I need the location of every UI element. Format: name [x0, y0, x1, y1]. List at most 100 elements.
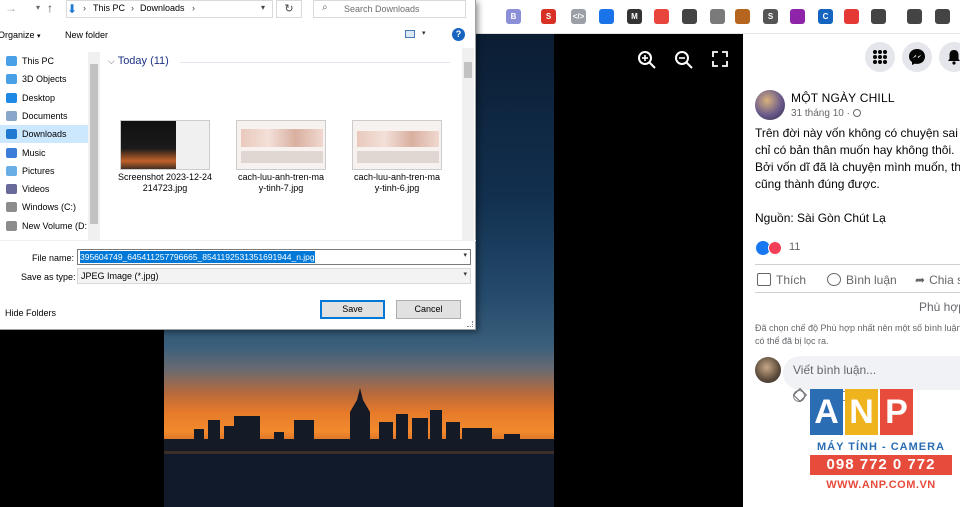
file-name[interactable]: cach-luu-anh-tren-ma y-tinh-7.jpg	[231, 172, 331, 194]
breadcrumb-downloads[interactable]: Downloads	[140, 3, 185, 13]
author-avatar[interactable]	[755, 90, 785, 120]
nav-item-3d-objects[interactable]: 3D Objects	[0, 70, 88, 88]
dropdown-chevron-icon[interactable]: ▾	[36, 3, 40, 12]
purple-icon[interactable]	[790, 9, 805, 24]
download-icon	[6, 129, 17, 140]
resize-grip-icon[interactable]	[467, 321, 473, 327]
nav-item-music[interactable]: Music	[0, 144, 88, 162]
nav-item-label: Desktop	[22, 92, 56, 103]
nav-item-downloads[interactable]: Downloads	[0, 125, 88, 144]
zoom-out-icon[interactable]	[674, 50, 696, 72]
address-bar[interactable]: ⬇ › This PC › Downloads › ▾	[66, 0, 273, 18]
comment-input[interactable]: Viết bình luận...	[783, 356, 960, 390]
person-icon[interactable]	[682, 9, 697, 24]
pictures-icon	[6, 165, 17, 176]
nav-scrollbar[interactable]	[88, 52, 100, 240]
sidepanel-icon[interactable]	[935, 9, 950, 24]
c-icon[interactable]: C	[818, 9, 833, 24]
notifications-icon[interactable]	[939, 42, 960, 72]
file-name-line: cach-luu-anh-tren-ma	[353, 172, 441, 182]
anp-letter: N	[845, 389, 878, 435]
cube-icon	[6, 74, 17, 85]
post-line: chỉ có bản thân muốn hay không thôi.	[755, 143, 955, 157]
comment-filter[interactable]: Phù hợp	[919, 300, 960, 314]
file-name[interactable]: cach-luu-anh-tren-ma y-tinh-6.jpg	[347, 172, 447, 194]
tag-icon[interactable]	[654, 9, 669, 24]
file-name-input[interactable]: 395604749_645411257796665_85411925313516…	[77, 249, 471, 265]
back-arrow-icon[interactable]: →	[5, 1, 17, 15]
files-scrollbar-thumb[interactable]	[464, 62, 472, 78]
post-line	[755, 193, 960, 210]
files-scrollbar[interactable]	[462, 48, 474, 240]
file-name-dropdown-icon[interactable]: ▾	[463, 251, 467, 259]
divider	[0, 240, 476, 241]
nav-item-this-pc[interactable]: This PC	[0, 52, 88, 70]
list-icon[interactable]	[907, 9, 922, 24]
zoom-in-icon[interactable]	[637, 50, 659, 72]
s2-icon[interactable]: S	[763, 9, 778, 24]
save-type-dropdown-icon: ▾	[463, 271, 467, 278]
divider	[755, 264, 960, 265]
videos-icon	[6, 184, 17, 195]
save-button[interactable]: Save	[320, 300, 385, 319]
organize-menu[interactable]: Organize ▾	[0, 30, 41, 40]
post-date[interactable]: 31 tháng 10 ·	[791, 108, 861, 119]
view-dropdown-icon[interactable]: ▾	[422, 29, 426, 37]
circle-icon[interactable]	[599, 9, 614, 24]
file-thumbnail[interactable]	[352, 120, 442, 170]
post-date-text[interactable]: 31 tháng 10 ·	[791, 108, 850, 119]
search-box[interactable]: ⌕ Search Downloads	[313, 0, 466, 18]
comment-button[interactable]: Bình luận	[827, 273, 897, 287]
up-arrow-icon[interactable]: ↑	[47, 1, 53, 15]
messenger-icon[interactable]	[902, 42, 932, 72]
address-dropdown-icon[interactable]: ▾	[261, 3, 265, 12]
menu-grid-icon[interactable]	[865, 42, 895, 72]
file-thumbnail[interactable]	[236, 120, 326, 170]
divider	[755, 292, 960, 293]
reaction-count: 11	[789, 241, 801, 253]
red-icon[interactable]	[844, 9, 859, 24]
organize-dropdown-icon: ▾	[37, 33, 41, 40]
post-line: cũng thành đúng được.	[755, 177, 880, 191]
nav-item-videos[interactable]: Videos	[0, 180, 88, 198]
code-icon[interactable]: </>	[571, 9, 586, 24]
b-icon[interactable]: B	[506, 9, 521, 24]
help-icon[interactable]: ?	[452, 28, 465, 41]
puzzle-icon[interactable]	[871, 9, 886, 24]
globe-icon	[852, 109, 861, 117]
post-line: Bởi vốn dĩ đã là chuyện mình muốn, thì c	[755, 160, 960, 174]
nav-item-desktop[interactable]: Desktop	[0, 89, 88, 107]
search-icon: ⌕	[322, 2, 328, 13]
hide-folders-toggle[interactable]: Hide Folders	[5, 308, 56, 318]
refresh-icon[interactable]: ↻	[276, 0, 302, 18]
drive-icon	[6, 202, 17, 213]
grid-icon[interactable]	[710, 9, 725, 24]
new-folder-button[interactable]: New folder	[65, 30, 108, 40]
group-header[interactable]: ⌵ Today (11)	[108, 55, 169, 67]
m-icon[interactable]: M	[627, 9, 642, 24]
file-thumbnail[interactable]	[120, 120, 210, 170]
s-icon[interactable]: S	[541, 9, 556, 24]
cancel-button[interactable]: Cancel	[396, 300, 461, 319]
save-type-select[interactable]: JPEG Image (*.jpg) ▾	[77, 268, 471, 284]
file-name-line: 214723.jpg	[142, 183, 188, 193]
user-avatar[interactable]	[755, 357, 781, 383]
nav-item-documents[interactable]: Documents	[0, 107, 88, 125]
like-button[interactable]: Thích	[757, 273, 806, 287]
nav-item-pictures[interactable]: Pictures	[0, 162, 88, 180]
fullscreen-icon[interactable]	[711, 50, 733, 72]
nav-item-new-volume-d[interactable]: New Volume (D:	[0, 217, 88, 235]
breadcrumb-this-pc[interactable]: This PC	[93, 3, 125, 13]
author-name[interactable]: MỘT NGÀY CHILL	[791, 91, 895, 105]
file-name-value: 395604749_645411257796665_85411925313516…	[80, 251, 315, 263]
share-icon: ➦	[915, 273, 926, 287]
anp-tagline: MÁY TÍNH - CAMERA	[816, 441, 945, 453]
post-line: Nguồn: Sài Gòn Chút Lạ	[755, 211, 886, 225]
share-button[interactable]: ➦ Chia s	[915, 273, 960, 287]
nav-item-label: 3D Objects	[22, 74, 67, 85]
cookie-icon[interactable]	[735, 9, 750, 24]
view-options-icon[interactable]	[405, 30, 415, 38]
nav-scrollbar-thumb[interactable]	[90, 64, 98, 224]
file-name[interactable]: Screenshot 2023-12-24 214723.jpg	[115, 172, 215, 194]
nav-item-windows-c[interactable]: Windows (C:)	[0, 198, 88, 216]
